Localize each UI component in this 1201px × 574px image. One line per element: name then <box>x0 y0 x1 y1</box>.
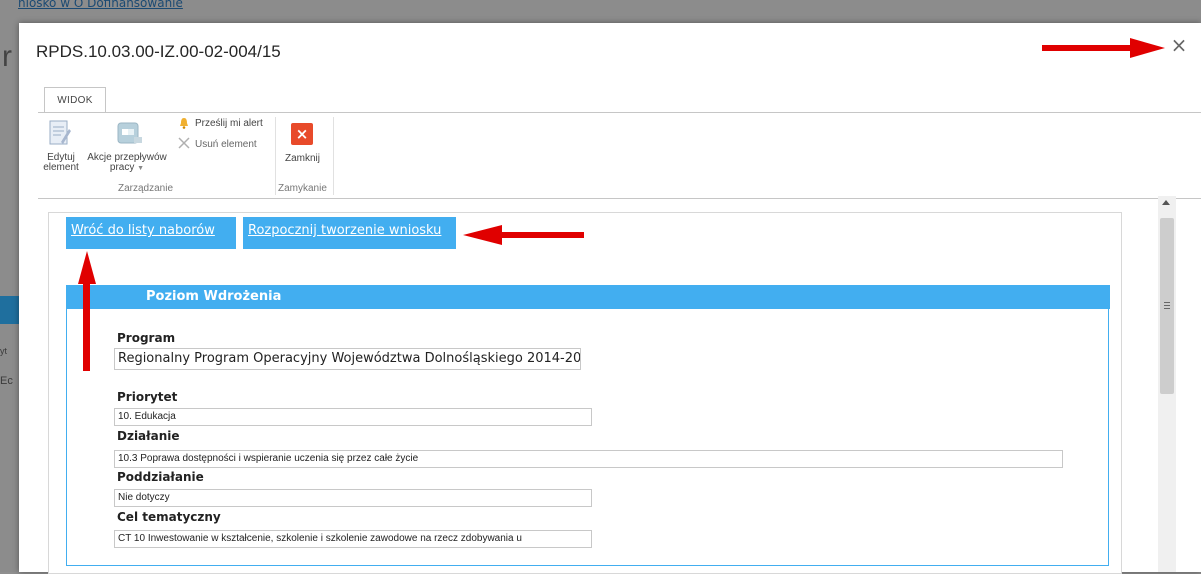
section-header: Poziom Wdrożenia <box>66 285 1110 309</box>
bell-icon <box>180 118 188 129</box>
subaction-label: Poddziałanie <box>117 470 204 484</box>
start-application-button[interactable]: Rozpocznij tworzenie wniosku <box>243 217 456 249</box>
background-link: nioskó w O Dofinansowanie <box>18 0 183 10</box>
grip-line <box>1164 305 1170 306</box>
grip-line <box>1164 302 1170 303</box>
program-label: Program <box>117 331 176 345</box>
background-text: Ec <box>0 375 13 387</box>
edit-item-label-2: element <box>43 162 79 173</box>
workflow-label-2: pracy ▼ <box>85 163 169 174</box>
workflow-icon <box>117 122 142 144</box>
close-icon[interactable]: × <box>1168 34 1190 56</box>
group-label-manage: Zarządzanie <box>118 183 174 194</box>
vertical-scrollbar[interactable] <box>1158 196 1176 572</box>
workflow-actions-button[interactable]: Akcje przepływów pracy ▼ <box>85 153 169 174</box>
close-ribbon-button[interactable]: Zamknij <box>285 154 320 164</box>
close-ribbon-icon: × <box>291 123 313 145</box>
thematic-goal-field: CT 10 Inwestowanie w kształcenie, szkole… <box>114 530 592 548</box>
edit-item-button[interactable]: Edytuj element <box>41 153 81 173</box>
ribbon-separator <box>333 117 334 195</box>
action-label: Działanie <box>117 429 180 443</box>
scrollbar-thumb[interactable] <box>1160 218 1174 394</box>
workflow-label-2-text: pracy <box>109 162 135 173</box>
annotation-arrow <box>1042 38 1165 58</box>
scroll-up-icon[interactable] <box>1162 200 1170 205</box>
subaction-field: Nie dotyczy <box>114 489 592 507</box>
action-field: 10.3 Poprawa dostępności i wspieranie uc… <box>114 450 1063 468</box>
alert-me-button[interactable]: Prześlij mi alert <box>195 119 263 129</box>
dialog-title: RPDS.10.03.00-IZ.00-02-004/15 <box>36 42 281 61</box>
priority-label: Priorytet <box>117 390 178 404</box>
delete-item-button[interactable]: Usuń element <box>195 140 257 150</box>
section-title: Poziom Wdrożenia <box>146 289 282 304</box>
background-text: r <box>2 40 12 73</box>
edit-item-icon <box>49 120 71 145</box>
annotation-arrow <box>78 251 96 371</box>
ribbon-tab-widok[interactable]: WIDOK <box>44 87 106 113</box>
background-text: yt <box>0 346 8 356</box>
grip-line <box>1164 308 1170 309</box>
ribbon: Edytuj element Akcje przepływów pracy ▼ … <box>38 112 1201 199</box>
program-field: Regionalny Program Operacyjny Województw… <box>114 348 581 370</box>
group-label-close: Zamykanie <box>278 183 327 194</box>
thematic-goal-label: Cel tematyczny <box>117 510 221 524</box>
delete-icon <box>178 137 190 149</box>
chevron-down-icon: ▼ <box>137 165 145 172</box>
annotation-arrow <box>463 225 584 245</box>
ribbon-separator <box>275 117 276 195</box>
priority-field: 10. Edukacja <box>114 408 592 426</box>
back-to-list-button[interactable]: Wróć do listy naborów <box>66 217 236 249</box>
background-bar <box>0 296 19 324</box>
